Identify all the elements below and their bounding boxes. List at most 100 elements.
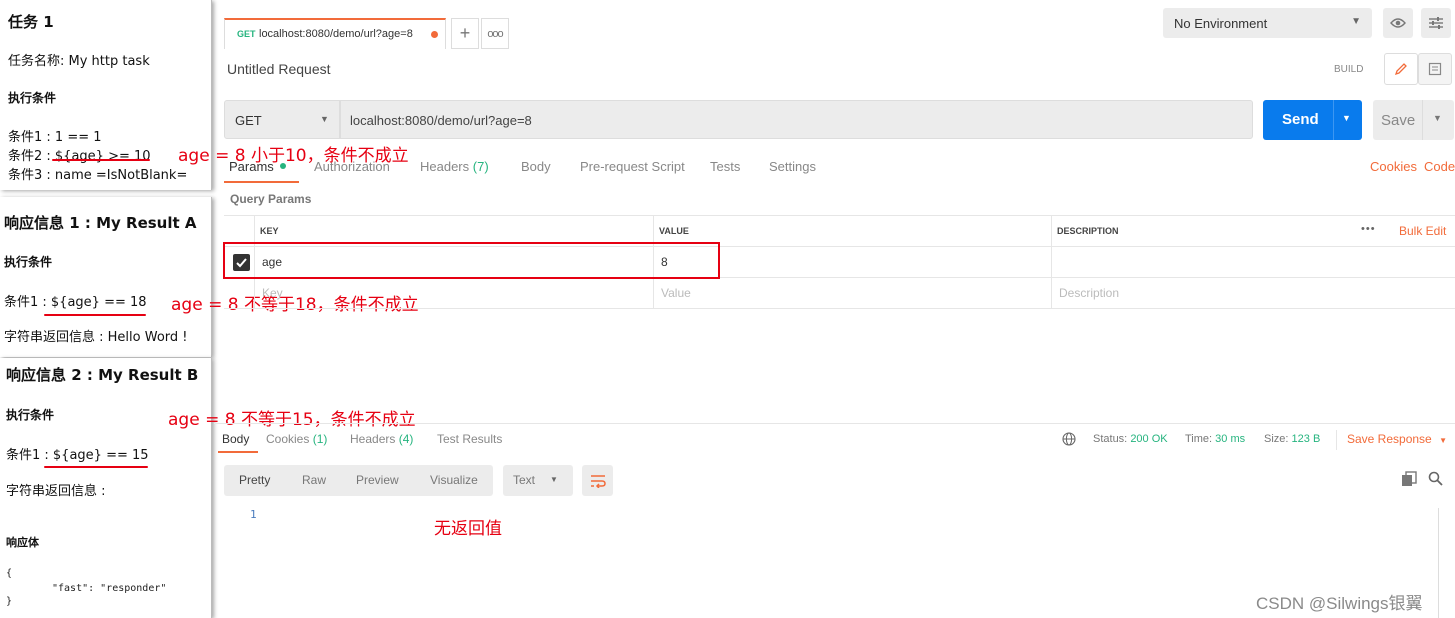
- save-divider: [1422, 100, 1423, 140]
- watermark: CSDN @Silwings银翼: [1256, 594, 1423, 613]
- send-label: Send: [1282, 111, 1319, 128]
- save-response-label: Save Response: [1347, 432, 1432, 446]
- resp-b-title: 响应信息 2 : My Result B: [6, 366, 199, 384]
- tab-tests[interactable]: Tests: [710, 159, 740, 174]
- tab-authorization[interactable]: Authorization: [314, 159, 390, 174]
- time-label: Time:: [1185, 433, 1213, 445]
- send-divider: [1333, 100, 1334, 140]
- resp-b-body-heading: 响应体: [6, 536, 39, 549]
- resp-tab-body-underline: [218, 451, 258, 453]
- sliders-icon[interactable]: [1421, 8, 1451, 38]
- resp-tab-cookies-count: (1): [312, 432, 328, 446]
- code-link[interactable]: Code: [1424, 159, 1455, 174]
- response-a-panel: 响应信息 1 : My Result A 执行条件 条件1 : ${age} =…: [0, 197, 212, 357]
- copy-icon[interactable]: [1401, 471, 1417, 492]
- highlight-box: [223, 242, 720, 279]
- save-response-chevron-icon: ▼: [1439, 436, 1447, 445]
- resp-b-cond-heading: 执行条件: [6, 408, 55, 422]
- time-info: Time: 30 ms: [1185, 433, 1245, 445]
- method-select[interactable]: GET ▼: [224, 100, 340, 139]
- size-info: Size: 123 B: [1264, 433, 1320, 445]
- wrap-lines-icon[interactable]: [582, 465, 613, 496]
- table-bottom-border: [224, 308, 1455, 309]
- chevron-down-icon: ▼: [1351, 16, 1361, 27]
- time-value: 30 ms: [1215, 433, 1246, 445]
- environment-label: No Environment: [1174, 16, 1268, 31]
- save-button[interactable]: Save ▼: [1373, 100, 1454, 140]
- tab-url: localhost:8080/demo/url?age=8: [259, 28, 413, 40]
- save-label: Save: [1381, 112, 1416, 129]
- annotation-3: age = 8 不等于15，条件不成立: [168, 410, 416, 430]
- save-chevron-icon[interactable]: ▼: [1433, 113, 1442, 123]
- save-response-button[interactable]: Save Response ▼: [1347, 432, 1447, 446]
- environment-select[interactable]: No Environment ▼: [1163, 8, 1372, 38]
- task-name: 任务名称: My http task: [8, 54, 150, 69]
- resp-a-cond1: 条件1 : ${age} == 18: [4, 295, 147, 310]
- request-tab[interactable]: GET localhost:8080/demo/url?age=8: [224, 18, 446, 49]
- tab-params[interactable]: Params: [229, 159, 287, 174]
- resp-b-cond1: 条件1 : ${age} == 15: [6, 448, 149, 463]
- tab-overflow-button[interactable]: ooo: [481, 18, 509, 49]
- resp-a-string-return: 字符串返回信息 : Hello Word !: [4, 330, 188, 345]
- view-raw[interactable]: Raw: [302, 473, 326, 487]
- resp-tab-test-results[interactable]: Test Results: [437, 432, 502, 446]
- resp-tab-cookies[interactable]: Cookies (1): [266, 432, 327, 446]
- tab-prerequest[interactable]: Pre-request Script: [580, 159, 685, 174]
- new-key-input[interactable]: Key: [262, 286, 283, 300]
- search-icon[interactable]: [1428, 471, 1443, 491]
- tab-params-underline: [224, 181, 299, 183]
- task-title: 任务 1: [8, 13, 54, 31]
- size-label: Size:: [1264, 433, 1289, 445]
- format-label: Text: [513, 473, 536, 487]
- view-preview[interactable]: Preview: [356, 473, 399, 487]
- view-pretty[interactable]: Pretty: [239, 473, 270, 487]
- col-divider-3: [1051, 215, 1052, 308]
- tab-headers-label: Headers: [420, 159, 470, 174]
- cond1: 条件1 : 1 == 1: [8, 130, 102, 145]
- tab-settings[interactable]: Settings: [769, 159, 816, 174]
- build-label: BUILD: [1334, 64, 1364, 75]
- pencil-icon[interactable]: [1384, 53, 1418, 85]
- send-button[interactable]: Send ▼: [1263, 100, 1362, 140]
- resp-tab-headers[interactable]: Headers (4): [350, 432, 413, 446]
- globe-icon: [1062, 432, 1076, 451]
- cond2: 条件2 : ${age} >= 10: [8, 149, 151, 164]
- comments-icon[interactable]: [1418, 53, 1452, 85]
- status-info: Status: 200 OK: [1093, 433, 1168, 445]
- json-line: "fast": "responder": [52, 583, 167, 594]
- new-value-input[interactable]: Value: [661, 286, 691, 300]
- col-value-header: VALUE: [659, 226, 689, 236]
- col-desc-header: DESCRIPTION: [1057, 226, 1119, 236]
- more-options-icon[interactable]: •••: [1361, 223, 1376, 235]
- url-text: localhost:8080/demo/url?age=8: [350, 113, 532, 128]
- cond3: 条件3 : name =IsNotBlank=: [8, 168, 188, 183]
- send-chevron-icon[interactable]: ▼: [1342, 113, 1351, 123]
- resp-b-string-return: 字符串返回信息 :: [6, 484, 106, 499]
- tab-headers[interactable]: Headers (7): [420, 159, 489, 174]
- underline-resp-b: [44, 466, 148, 468]
- request-name[interactable]: Untitled Request: [227, 61, 331, 77]
- save-response-divider: [1336, 430, 1337, 450]
- resp-a-cond-heading: 执行条件: [4, 255, 53, 269]
- cond-heading: 执行条件: [8, 91, 57, 105]
- response-scrollbar[interactable]: [1438, 508, 1455, 618]
- format-select[interactable]: Text ▼: [503, 465, 573, 496]
- size-value: 123 B: [1291, 433, 1321, 445]
- tab-body[interactable]: Body: [521, 159, 551, 174]
- col-key-header: KEY: [260, 226, 279, 236]
- json-open: {: [6, 568, 13, 579]
- annotation-2: age = 8 不等于18，条件不成立: [171, 295, 419, 315]
- resp-tab-body[interactable]: Body: [222, 432, 249, 446]
- view-visualize[interactable]: Visualize: [430, 473, 478, 487]
- url-input[interactable]: localhost:8080/demo/url?age=8: [340, 100, 1253, 139]
- eye-icon[interactable]: [1383, 8, 1413, 38]
- bulk-edit-link[interactable]: Bulk Edit: [1399, 224, 1446, 238]
- format-chevron-icon: ▼: [550, 475, 558, 484]
- resp-tab-headers-count: (4): [398, 432, 414, 446]
- response-divider: [214, 423, 1455, 424]
- new-tab-button[interactable]: +: [451, 18, 479, 49]
- response-b-panel: 响应信息 2 : My Result B 执行条件 条件1 : ${age} =…: [0, 358, 212, 618]
- cookies-link[interactable]: Cookies: [1370, 159, 1417, 174]
- status-value: 200 OK: [1130, 433, 1168, 445]
- new-desc-input[interactable]: Description: [1059, 286, 1119, 300]
